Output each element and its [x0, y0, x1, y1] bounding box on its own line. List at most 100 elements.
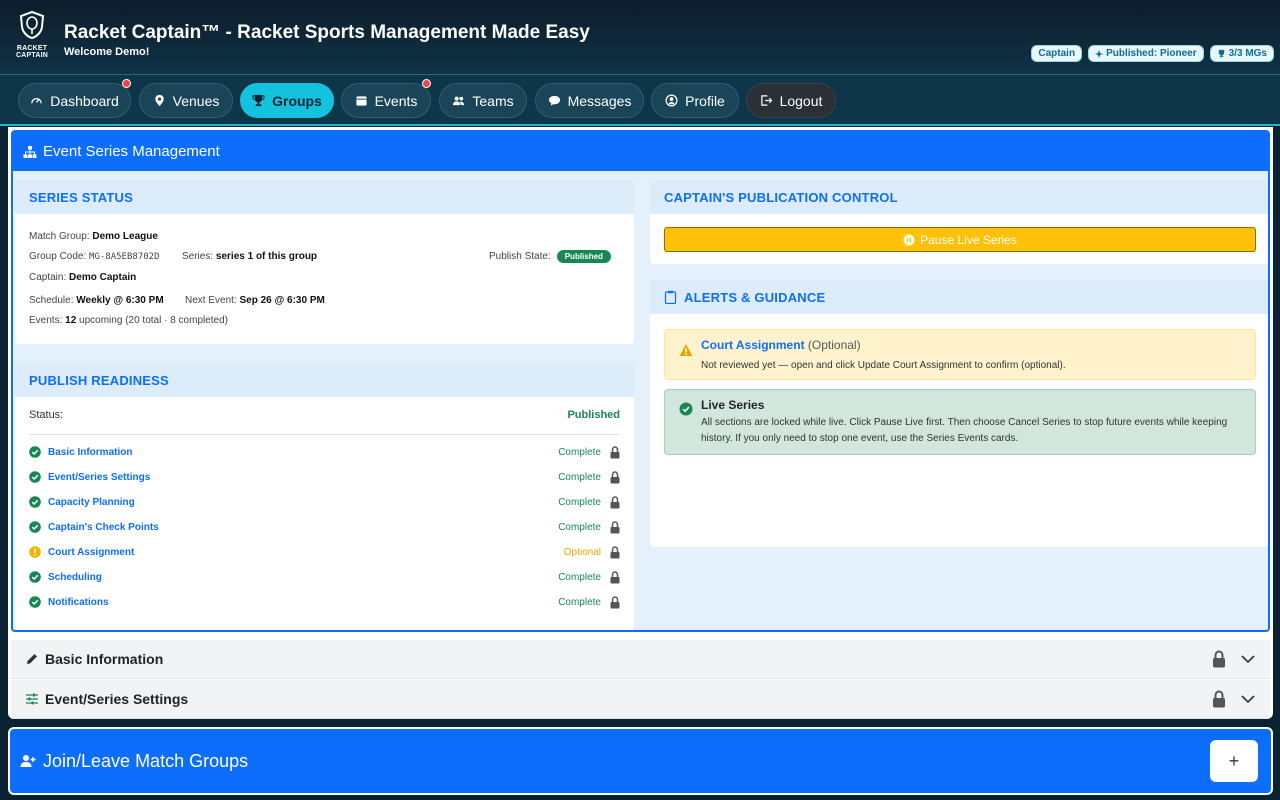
- sparkle-icon: [1095, 49, 1104, 58]
- alerts-heading: Alerts & Guidance: [650, 280, 1268, 314]
- published-badge: Published: Pioneer: [1088, 45, 1204, 62]
- nav-venues-label: Venues: [172, 92, 220, 109]
- events-upcoming-suffix: upcoming: [79, 315, 123, 326]
- logo-text-captain: CAPTAIN: [16, 52, 48, 59]
- nav-dashboard[interactable]: Dashboard: [18, 79, 131, 118]
- readiness-item[interactable]: Basic Information Complete: [29, 443, 620, 461]
- group-code-label: Group Code:: [29, 251, 87, 262]
- alerts-guidance-panel: Alerts & Guidance Court Assignment (Opti…: [650, 280, 1268, 547]
- accordion-event-series-settings[interactable]: Event/Series Settings: [11, 680, 1270, 719]
- readiness-item-status: Complete: [558, 471, 601, 483]
- check-circle-icon: [29, 446, 41, 458]
- lock-icon: [610, 495, 620, 508]
- court-assignment-alert: Court Assignment (Optional) Not reviewed…: [664, 329, 1256, 380]
- nav-teams[interactable]: Teams: [439, 83, 527, 118]
- nav-venues[interactable]: Venues: [139, 83, 233, 118]
- group-code-row: Group Code: MG-8A5EB8702D: [29, 251, 160, 262]
- readiness-item-label[interactable]: Scheduling: [48, 572, 558, 583]
- nav-messages[interactable]: Messages: [535, 83, 644, 118]
- join-group-add-button[interactable]: +: [1210, 740, 1258, 782]
- trophy-icon: [252, 94, 265, 107]
- captain-label: Captain:: [29, 272, 67, 283]
- match-group-label: Match Group:: [29, 231, 90, 242]
- nav-events[interactable]: Events: [341, 79, 431, 118]
- readiness-item[interactable]: Notifications Complete: [29, 593, 620, 611]
- main-content: Event Series Management Series Status Ma…: [8, 127, 1273, 719]
- readiness-item-label[interactable]: Event/Series Settings: [48, 472, 558, 483]
- nav-profile[interactable]: Profile: [651, 83, 739, 118]
- check-circle-icon: [29, 596, 41, 608]
- publish-state-badge: Published: [556, 250, 611, 263]
- schedule-row: Schedule: Weekly @ 6:30 PM: [29, 295, 164, 306]
- readiness-item-status: Optional: [563, 546, 601, 558]
- readiness-item-label[interactable]: Notifications: [48, 597, 558, 608]
- court-assignment-desc: Not reviewed yet — open and click Update…: [701, 360, 1066, 371]
- lock-icon: [610, 545, 620, 558]
- lock-icon: [1213, 690, 1225, 708]
- pause-live-series-button[interactable]: Pause Live Series: [664, 227, 1256, 252]
- clipboard-icon: [664, 290, 677, 304]
- app-logo[interactable]: RACKET CAPTAIN: [12, 10, 52, 59]
- next-event-row: Next Event: Sep 26 @ 6:30 PM: [185, 295, 325, 306]
- exclamation-circle-icon: [29, 546, 41, 558]
- role-badge-label: Captain: [1038, 48, 1076, 59]
- readiness-status-value: Published: [567, 409, 620, 421]
- publish-state-label: Publish State:: [489, 251, 551, 262]
- check-circle-icon: [29, 471, 41, 483]
- nav-teams-label: Teams: [472, 92, 514, 109]
- live-series-alert: Live Series All sections are locked whil…: [664, 389, 1256, 455]
- join-leave-title: Join/Leave Match Groups: [43, 750, 249, 771]
- app-header: RACKET CAPTAIN Racket Captain™ - Racket …: [0, 0, 1280, 75]
- readiness-item-status: Complete: [558, 596, 601, 608]
- readiness-item-label[interactable]: Captain's Check Points: [48, 522, 558, 533]
- nav-logout[interactable]: Logout: [746, 83, 836, 118]
- chevron-down-icon: [1241, 655, 1255, 664]
- readiness-item[interactable]: Court Assignment Optional: [29, 543, 620, 561]
- nav-groups[interactable]: Groups: [240, 83, 334, 118]
- readiness-item[interactable]: Scheduling Complete: [29, 568, 620, 586]
- accordion-basic-information[interactable]: Basic Information: [11, 640, 1270, 679]
- readiness-item-label[interactable]: Court Assignment: [48, 547, 564, 558]
- join-leave-match-groups-card: Join/Leave Match Groups +: [8, 727, 1273, 795]
- schedule-label: Schedule:: [29, 295, 74, 306]
- captain-value: Demo Captain: [69, 272, 137, 283]
- nav-messages-label: Messages: [567, 92, 632, 109]
- captain-row: Captain: Demo Captain: [29, 272, 136, 283]
- publish-readiness-panel: Publish Readiness Status: Published Basi…: [15, 363, 634, 630]
- readiness-item-status: Complete: [558, 496, 601, 508]
- nav-logout-label: Logout: [779, 92, 823, 109]
- events-label: Events:: [29, 315, 63, 326]
- publication-control-heading: Captain's Publication Control: [650, 180, 1268, 214]
- lock-icon: [610, 570, 620, 583]
- readiness-item-label[interactable]: Capacity Planning: [48, 497, 558, 508]
- check-circle-icon: [29, 571, 41, 583]
- lock-icon: [610, 445, 620, 458]
- match-group-row: Match Group: Demo League: [29, 231, 158, 242]
- check-circle-icon: [29, 521, 41, 533]
- logout-icon: [760, 95, 773, 106]
- series-status-title: Series Status: [29, 189, 133, 205]
- hierarchy-icon: [23, 145, 37, 158]
- live-series-title: Live Series: [701, 398, 765, 412]
- mg-count-badge: 3/3 MGs: [1209, 45, 1274, 62]
- readiness-item[interactable]: Event/Series Settings Complete: [29, 468, 620, 486]
- readiness-item[interactable]: Capacity Planning Complete: [29, 493, 620, 511]
- logo-text-racket: RACKET: [16, 45, 48, 52]
- lock-icon: [610, 470, 620, 483]
- pause-live-series-label: Pause Live Series: [920, 232, 1017, 247]
- calendar-icon: [355, 96, 367, 106]
- court-assignment-link[interactable]: Court Assignment: [701, 338, 805, 352]
- readiness-item-label[interactable]: Basic Information: [48, 447, 558, 458]
- next-event-value: Sep 26 @ 6:30 PM: [239, 295, 325, 306]
- notification-dot: [422, 79, 431, 88]
- racket-shield-icon: [19, 10, 45, 40]
- accordion-basic-information-label: Basic Information: [45, 651, 164, 667]
- series-row: Series: series 1 of this group: [182, 251, 317, 262]
- esm-title: Event Series Management: [43, 143, 220, 160]
- header-badges: Captain Published: Pioneer 3/3 MGs: [1031, 45, 1274, 62]
- readiness-item[interactable]: Captain's Check Points Complete: [29, 518, 620, 536]
- warning-triangle-icon: [679, 344, 693, 356]
- alerts-title: Alerts & Guidance: [684, 289, 826, 305]
- readiness-status-row: Status: Published: [29, 409, 620, 435]
- app-title: Racket Captain™ - Racket Sports Manageme…: [64, 22, 590, 43]
